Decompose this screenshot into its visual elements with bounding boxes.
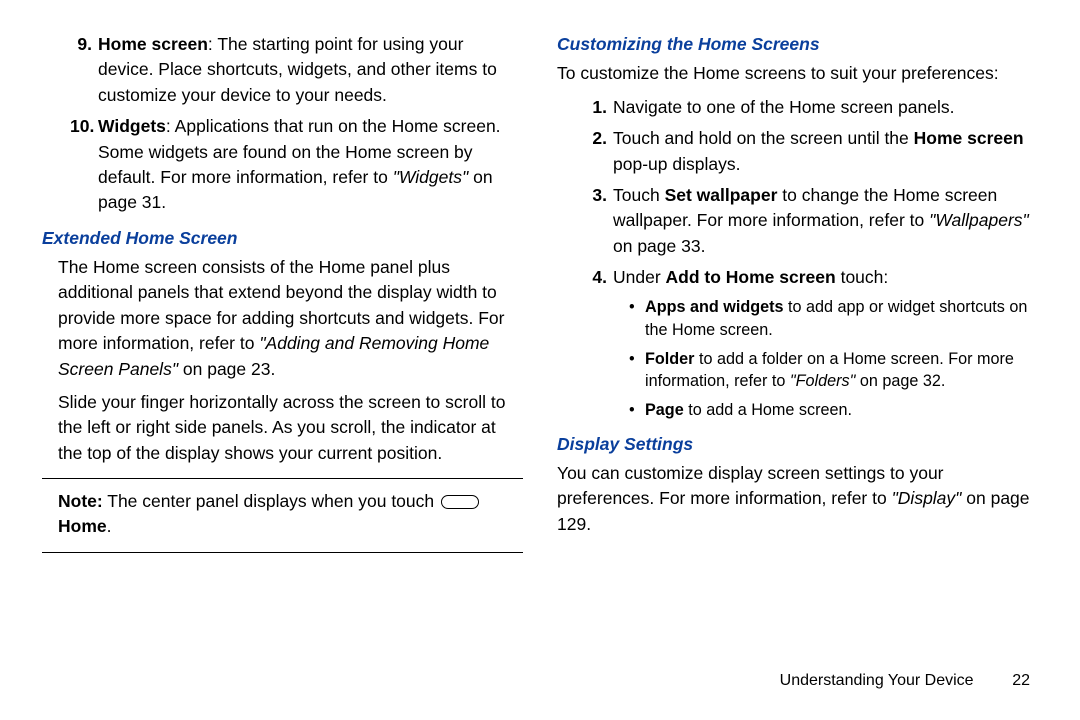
step-number: 1. [585,95,613,120]
item-text: Widgets: Applications that run on the Ho… [98,114,523,216]
bullet-icon: • [629,348,645,393]
heading-extended-home-screen: Extended Home Screen [42,226,523,251]
step-text: Touch Set wallpaper to change the Home s… [613,183,1038,259]
heading-customizing-home-screens: Customizing the Home Screens [557,32,1038,57]
list-item-9: 9. Home screen: The starting point for u… [42,32,523,108]
step-3: 3. Touch Set wallpaper to change the Hom… [557,183,1038,259]
item-number: 10. [70,114,98,216]
bullet-icon: • [629,296,645,341]
divider [42,478,523,479]
step-text: Touch and hold on the screen until the H… [613,126,1038,177]
left-column: 9. Home screen: The starting point for u… [42,32,523,651]
sub-bullet-apps-widgets: • Apps and widgets to add app or widget … [557,296,1038,341]
step-text: Navigate to one of the Home screen panel… [613,95,1038,120]
paragraph: The Home screen consists of the Home pan… [42,255,523,382]
step-number: 3. [585,183,613,259]
page-footer: Understanding Your Device 22 [42,669,1038,692]
step-4: 4. Under Add to Home screen touch: [557,265,1038,290]
sub-bullet-folder: • Folder to add a folder on a Home scree… [557,348,1038,393]
paragraph: You can customize display screen setting… [557,461,1038,537]
step-1: 1. Navigate to one of the Home screen pa… [557,95,1038,120]
step-text: Under Add to Home screen touch: [613,265,1038,290]
paragraph: To customize the Home screens to suit yo… [557,61,1038,86]
paragraph: Slide your finger horizontally across th… [42,390,523,466]
step-number: 4. [585,265,613,290]
home-button-icon [441,495,479,509]
bullet-icon: • [629,399,645,422]
page-columns: 9. Home screen: The starting point for u… [42,32,1038,651]
note: Note: The center panel displays when you… [42,489,523,540]
right-column: Customizing the Home Screens To customiz… [557,32,1038,651]
bullet-text: Page to add a Home screen. [645,399,852,422]
item-number: 9. [70,32,98,108]
step-2: 2. Touch and hold on the screen until th… [557,126,1038,177]
step-number: 2. [585,126,613,177]
item-text: Home screen: The starting point for usin… [98,32,523,108]
heading-display-settings: Display Settings [557,432,1038,457]
divider [42,552,523,553]
bullet-text: Folder to add a folder on a Home screen.… [645,348,1038,393]
footer-page-number: 22 [992,669,1030,692]
footer-section: Understanding Your Device [780,672,974,689]
list-item-10: 10. Widgets: Applications that run on th… [42,114,523,216]
sub-bullet-page: • Page to add a Home screen. [557,399,1038,422]
bullet-text: Apps and widgets to add app or widget sh… [645,296,1038,341]
